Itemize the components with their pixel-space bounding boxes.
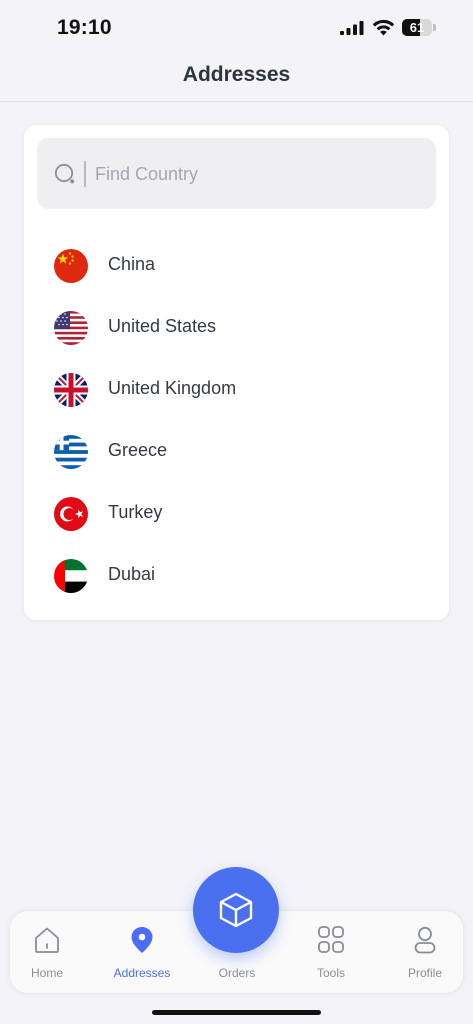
signal-icon (340, 21, 364, 35)
china-flag-icon (54, 249, 88, 283)
country-name: Dubai (108, 564, 156, 584)
home-indicator (152, 1010, 321, 1015)
status-bar: 19:10 61 (0, 0, 473, 58)
us-flag-icon (54, 311, 88, 345)
battery-tip (433, 24, 436, 31)
country-name: United Kingdom (108, 378, 237, 398)
orders-fab-button[interactable] (193, 867, 279, 953)
tab-label: Profile (407, 966, 442, 980)
tab-addresses[interactable]: Addresses (97, 911, 187, 993)
country-item-greece[interactable]: Greece (24, 421, 449, 483)
country-name: United States (108, 316, 217, 336)
country-item-turkey[interactable]: Turkey (24, 483, 449, 545)
uae-flag-icon (54, 559, 88, 593)
country-name: Turkey (108, 502, 163, 522)
tab-label: Home (30, 966, 63, 980)
home-icon (35, 927, 59, 953)
tab-label: Addresses (113, 966, 171, 980)
search-input[interactable] (84, 161, 414, 187)
battery-icon: 61 (402, 19, 436, 36)
tab-label: Orders (218, 966, 256, 980)
country-list: China United States United Kingdom Greec… (24, 235, 449, 607)
country-name: China (108, 254, 156, 274)
country-item-china[interactable]: China (24, 235, 449, 297)
tab-home[interactable]: Home (2, 911, 92, 993)
search-bar[interactable] (37, 138, 436, 209)
wifi-icon (372, 19, 395, 36)
location-pin-icon (131, 927, 153, 953)
country-item-united-kingdom[interactable]: United Kingdom (24, 359, 449, 421)
user-icon (414, 926, 436, 954)
battery-body: 61 (402, 19, 432, 36)
box-icon (219, 892, 253, 928)
greece-flag-icon (54, 435, 88, 469)
country-item-dubai[interactable]: Dubai (24, 545, 449, 607)
tab-tools[interactable]: Tools (286, 911, 376, 993)
grid-icon (318, 926, 344, 953)
battery-level: 61 (409, 20, 425, 35)
country-card: China (24, 125, 449, 620)
page-title: Addresses (182, 63, 291, 86)
tab-label: Tools (316, 966, 345, 980)
country-item-united-states[interactable]: United States (24, 297, 449, 359)
search-icon (54, 163, 75, 184)
country-name: Greece (108, 440, 168, 460)
tab-profile[interactable]: Profile (380, 911, 470, 993)
status-time: 19:10 (57, 16, 112, 39)
header-divider (0, 101, 473, 102)
uk-flag-icon (54, 373, 88, 407)
turkey-flag-icon (54, 497, 88, 531)
